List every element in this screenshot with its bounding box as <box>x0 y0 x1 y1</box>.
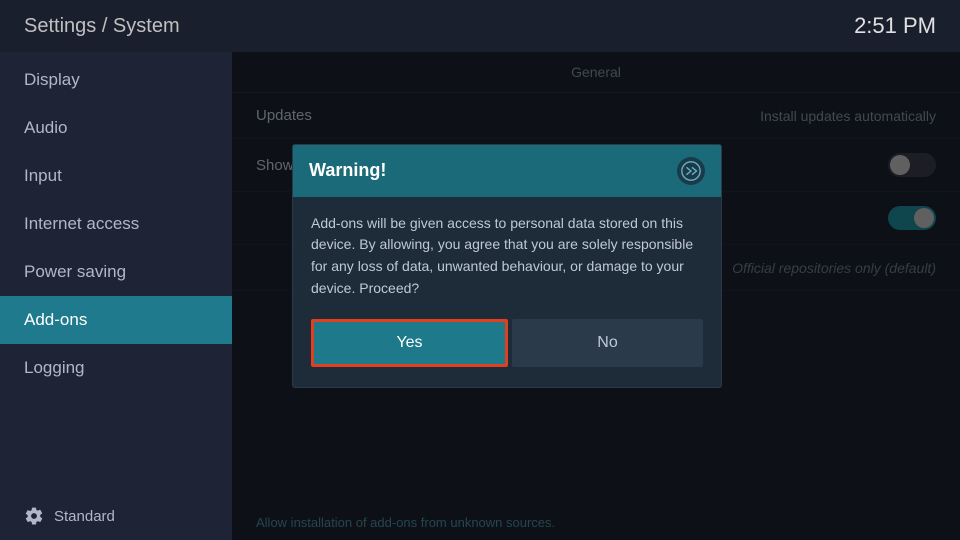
sidebar-footer: Standard <box>0 492 232 540</box>
sidebar-item-power-saving[interactable]: Power saving <box>0 248 232 296</box>
yes-button[interactable]: Yes <box>311 319 508 367</box>
page-title: Settings / System <box>24 15 180 38</box>
dialog-header: Warning! <box>293 145 721 197</box>
app-header: Settings / System 2:51 PM <box>0 0 960 52</box>
dialog-message: Add-ons will be given access to personal… <box>311 213 703 300</box>
dialog-title: Warning! <box>309 160 386 181</box>
sidebar-item-audio[interactable]: Audio <box>0 104 232 152</box>
sidebar-item-input[interactable]: Input <box>0 152 232 200</box>
no-button[interactable]: No <box>512 319 703 367</box>
dialog-overlay: Warning! Add-ons will be given access to… <box>232 52 960 540</box>
dialog-close-button[interactable] <box>677 157 705 185</box>
sidebar-item-add-ons[interactable]: Add-ons <box>0 296 232 344</box>
sidebar-item-display[interactable]: Display <box>0 56 232 104</box>
sidebar-item-internet-access[interactable]: Internet access <box>0 200 232 248</box>
sidebar: Display Audio Input Internet access Powe… <box>0 52 232 540</box>
dialog-buttons: Yes No <box>311 319 703 367</box>
dialog-body: Add-ons will be given access to personal… <box>293 197 721 388</box>
warning-dialog: Warning! Add-ons will be given access to… <box>292 144 722 389</box>
kodi-logo-icon <box>680 160 702 182</box>
main-layout: Display Audio Input Internet access Powe… <box>0 52 960 540</box>
standard-label: Standard <box>54 508 115 525</box>
main-content: General Updates Install updates automati… <box>232 52 960 540</box>
gear-icon <box>24 506 44 526</box>
sidebar-item-logging[interactable]: Logging <box>0 344 232 392</box>
clock: 2:51 PM <box>854 13 936 39</box>
